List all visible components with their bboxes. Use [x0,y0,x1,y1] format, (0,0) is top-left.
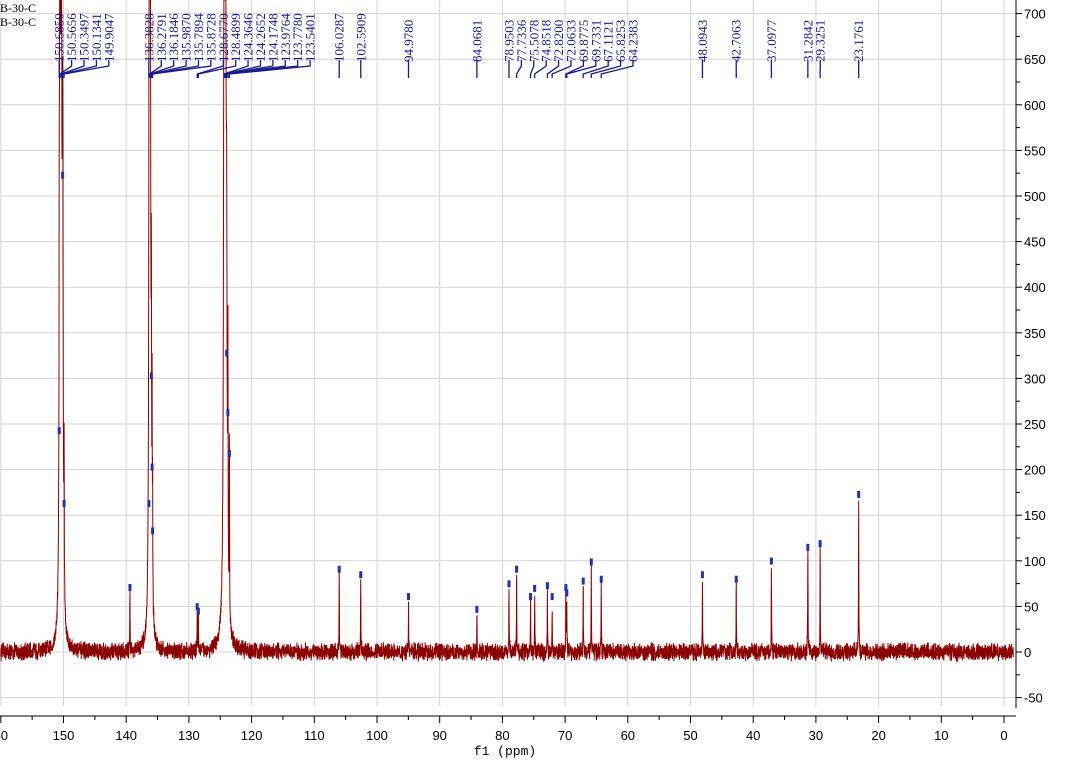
peak-marker [149,372,153,380]
peak-marker [61,171,65,179]
peak-marker [128,583,132,591]
peak-marker [734,575,738,583]
y-tick-label: 550 [1024,143,1046,158]
spectrum-trace [0,0,1014,663]
peak-marker [533,584,537,592]
y-tick-label: 100 [1024,554,1046,569]
peak-label: 29.3251 [813,20,828,78]
peak-label: 94.9780 [401,20,416,78]
y-tick-label: 50 [1024,599,1038,614]
x-tick-label: 130 [178,728,200,743]
x-axis-label: f1 (ppm) [474,744,536,759]
y-tick-label: 300 [1024,371,1046,386]
peak-marker [806,543,810,551]
peak-marker [529,593,533,601]
x-tick-label: 10 [934,728,948,743]
y-tick-label: 400 [1024,280,1046,295]
peak-label-text: 48.0943 [695,20,710,62]
spectrum [0,0,1014,663]
peak-label-text: 102.5909 [353,13,368,62]
peak-marker [475,605,479,613]
y-tick-label: 450 [1024,235,1046,250]
nmr-spectrum-chart: 150.6850150.5656150.3497150.1341149.9047… [0,0,1046,759]
peak-marker [545,582,549,590]
peak-label: 102.5909 [353,13,368,78]
y-tick-label: 250 [1024,417,1046,432]
x-tick-label: 110 [304,728,325,743]
peak-marker [225,349,229,357]
peak-label-text: 42.7063 [729,20,744,62]
peak-marker [196,607,200,615]
peak-label-text: 64.2383 [625,20,640,62]
peak-marker [359,571,363,579]
peak-marker [57,427,61,435]
legend-entry: B-30-C [0,1,36,15]
peak-marker [147,500,151,508]
peak-labels: 150.6850150.5656150.3497150.1341149.9047… [52,13,866,78]
x-tick-label: 60 [0,728,8,743]
peak-label-text: 149.9047 [101,13,116,62]
x-tick-label: 50 [683,728,697,743]
peak-label-text: 94.9780 [401,20,416,62]
y-tick-label: 600 [1024,98,1046,113]
axes: 601501401301201101009080706050403020100-… [0,0,1046,743]
x-tick-label: 100 [366,728,388,743]
peak-marker [507,580,511,588]
y-tick-label: 150 [1024,508,1046,523]
x-tick-label: 90 [432,728,446,743]
y-tick-label: 0 [1024,645,1031,660]
peak-marker [589,558,593,566]
y-tick-label: 700 [1024,7,1046,22]
x-tick-label: 120 [241,728,263,743]
x-tick-label: 80 [495,728,509,743]
x-tick-label: 30 [809,728,823,743]
grid [0,0,1016,706]
y-tick-label: 650 [1024,52,1046,67]
peak-label-text: 123.5401 [303,13,318,62]
peak-marker [857,490,861,498]
x-tick-label: 60 [621,728,635,743]
peak-marker [150,463,154,471]
peak-label: 48.0943 [695,20,710,78]
peak-label-text: 37.0977 [764,19,779,62]
peak-marker [769,557,773,565]
y-tick-label: 500 [1024,189,1046,204]
peak-marker [337,565,341,573]
x-tick-label: 0 [1000,728,1007,743]
peak-marker [406,593,410,601]
peak-label: 84.0681 [469,20,484,78]
x-tick-label: 140 [115,728,137,743]
y-tick-label: 350 [1024,326,1046,341]
peak-marker [151,527,155,535]
peak-label: 42.7063 [729,20,744,78]
legend-entry: B-30-C [0,15,36,29]
peak-marker [581,577,585,585]
peak-marker [565,589,569,597]
peak-marker [700,571,704,579]
y-tick-label: 200 [1024,463,1046,478]
peak-marker [226,408,230,416]
peak-marker [515,565,519,573]
peak-marker [62,500,66,508]
x-tick-label: 70 [558,728,572,743]
peak-label-text: 106.0287 [332,13,347,62]
peak-label: 106.0287 [332,13,347,78]
peak-label-text: 84.0681 [469,20,484,62]
peak-label: 23.1761 [851,20,866,78]
x-tick-label: 40 [746,728,760,743]
y-tick-label: -50 [1024,691,1043,706]
peak-marker [818,540,822,548]
x-tick-label: 150 [53,728,75,743]
peak-marker [599,575,603,583]
peak-marker [550,593,554,601]
x-tick-label: 20 [871,728,885,743]
peak-label: 37.0977 [764,19,779,78]
peak-label-text: 23.1761 [851,20,866,62]
peak-marker [227,449,231,457]
peak-label-text: 29.3251 [813,20,828,62]
